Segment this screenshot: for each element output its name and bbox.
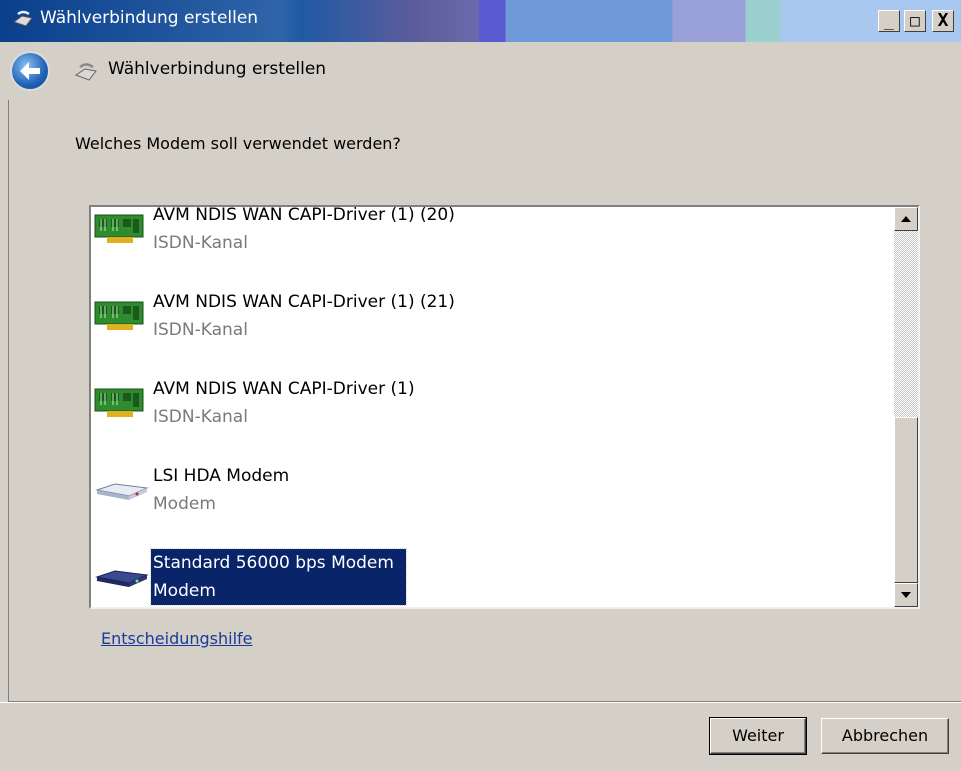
modem-type: ISDN-Kanal <box>153 407 248 427</box>
wizard-header: Wählverbindung erstellen <box>0 42 961 100</box>
help-link[interactable]: Entscheidungshilfe <box>101 629 253 648</box>
vertical-scrollbar[interactable] <box>894 207 918 607</box>
modem-list-item[interactable]: AVM NDIS WAN CAPI-Driver (1) ISDN-Kanal <box>91 367 886 454</box>
modem-light-icon <box>93 472 151 508</box>
footer-divider <box>0 702 961 703</box>
title-bar[interactable]: Wählverbindung erstellen _ □ X <box>0 0 961 42</box>
isdn-card-icon <box>93 385 151 421</box>
maximize-button[interactable]: □ <box>904 10 926 32</box>
minimize-button[interactable]: _ <box>878 10 900 32</box>
scroll-thumb[interactable] <box>894 417 918 583</box>
modem-name: AVM NDIS WAN CAPI-Driver (1) (20) <box>153 205 455 225</box>
modem-list-items: AVM NDIS WAN CAPI-Driver (1) (20) ISDN-Ka… <box>91 205 886 607</box>
modem-name: LSI HDA Modem <box>153 466 290 486</box>
back-button[interactable] <box>10 51 50 91</box>
modem-list-item[interactable]: AVM NDIS WAN CAPI-Driver (1) (21) ISDN-Ka… <box>91 280 886 367</box>
window-title: Wählverbindung erstellen <box>40 8 259 28</box>
phone-modem-icon <box>12 10 33 27</box>
isdn-card-icon <box>93 298 151 334</box>
modem-list-item[interactable]: LSI HDA Modem Modem <box>91 454 886 541</box>
page-question: Welches Modem soll verwendet werden? <box>75 134 401 153</box>
scroll-up-button[interactable] <box>894 207 918 231</box>
next-button[interactable]: Weiter <box>709 717 807 755</box>
modem-list[interactable]: AVM NDIS WAN CAPI-Driver (1) (20) ISDN-Ka… <box>89 205 920 609</box>
modem-type: ISDN-Kanal <box>153 320 248 340</box>
modem-type: ISDN-Kanal <box>153 233 248 253</box>
modem-type: Modem <box>153 494 216 514</box>
modem-name: AVM NDIS WAN CAPI-Driver (1) <box>153 379 415 399</box>
arrow-up-icon <box>901 216 911 222</box>
close-button[interactable]: X <box>932 10 954 32</box>
cancel-button[interactable]: Abbrechen <box>821 718 949 754</box>
modem-name: AVM NDIS WAN CAPI-Driver (1) (21) <box>153 292 455 312</box>
modem-name: Standard 56000 bps Modem <box>153 553 394 573</box>
arrow-down-icon <box>901 592 911 598</box>
modem-list-item[interactable]: Standard 56000 bps Modem Modem <box>91 541 886 607</box>
isdn-card-icon <box>93 211 151 247</box>
back-arrow-icon <box>20 62 40 80</box>
phone-modem-icon <box>74 63 97 81</box>
modem-list-item[interactable]: AVM NDIS WAN CAPI-Driver (1) (20) ISDN-Ka… <box>91 205 886 280</box>
modem-type: Modem <box>153 581 216 601</box>
scroll-down-button[interactable] <box>894 583 918 607</box>
wizard-title: Wählverbindung erstellen <box>108 59 327 79</box>
modem-dark-icon <box>93 559 151 595</box>
wizard-content: Welches Modem soll verwendet werden? AVM… <box>8 100 961 702</box>
